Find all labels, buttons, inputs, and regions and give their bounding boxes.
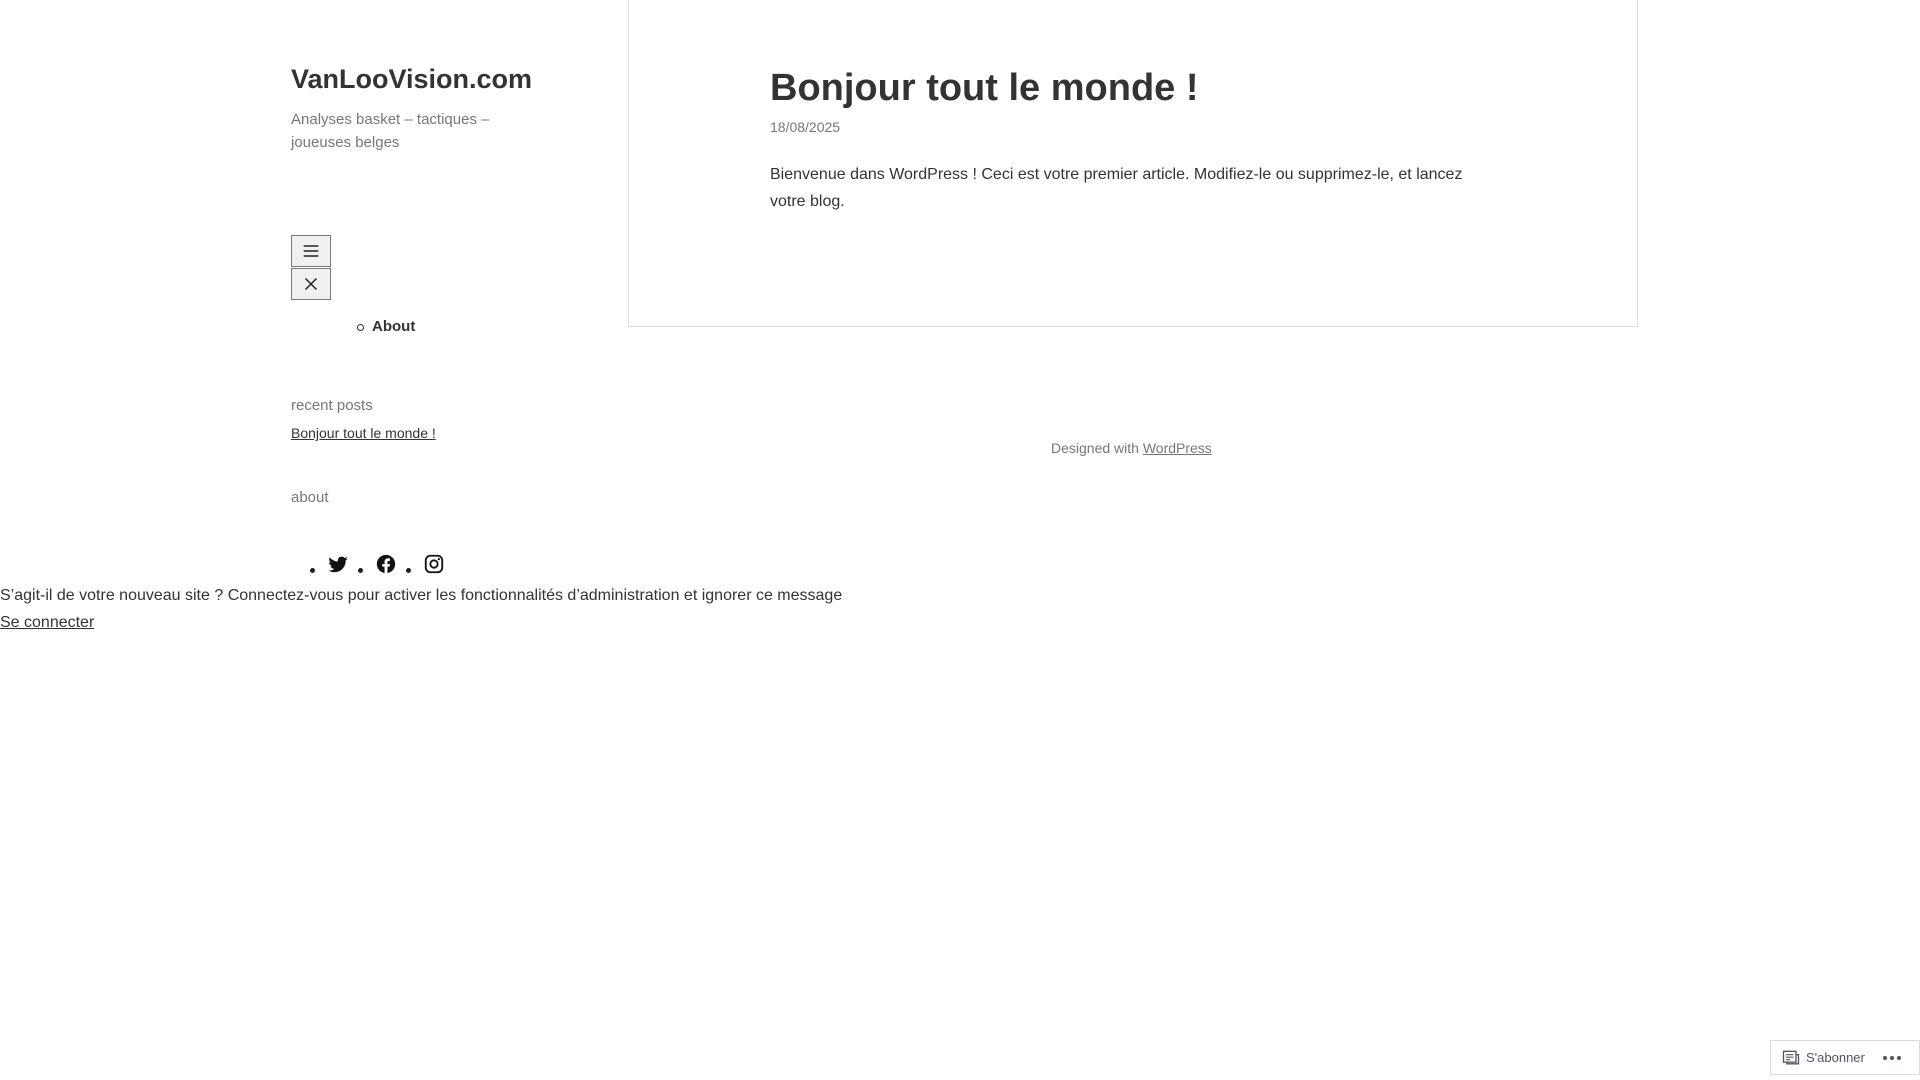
social-item-facebook: [358, 553, 397, 575]
login-link[interactable]: Se connecter: [0, 611, 94, 635]
reader-icon: [1782, 1050, 1800, 1064]
facebook-icon: [376, 554, 396, 574]
instagram-icon: [424, 554, 444, 574]
site-branding: VanLooVision.com Analyses basket – tacti…: [291, 60, 551, 154]
menu-link-about[interactable]: About: [372, 318, 415, 335]
post-content: Bienvenue dans WordPress ! Ceci est votr…: [770, 166, 1463, 210]
subscribe-label: S'abonner: [1806, 1050, 1865, 1065]
ellipsis-icon[interactable]: [1882, 1055, 1904, 1060]
subscribe-button[interactable]: S'abonner: [1781, 1048, 1865, 1068]
list-bullet: [358, 568, 363, 573]
menu-close-button[interactable]: [291, 268, 331, 300]
site-title[interactable]: VanLooVision.com: [291, 60, 551, 98]
post-date[interactable]: 18/08/2025: [770, 119, 840, 135]
social-item-instagram: [406, 553, 445, 575]
subscribe-bar: S'abonner: [1770, 1040, 1920, 1075]
about-widget-title: about: [291, 489, 329, 506]
social-links: [310, 553, 454, 575]
recent-posts-title: recent posts: [291, 397, 373, 414]
twitter-link[interactable]: [327, 553, 349, 575]
facebook-link[interactable]: [375, 553, 397, 575]
admin-notice: S’agit-il de votre nouveau site ? Connec…: [0, 587, 843, 604]
list-bullet: [406, 568, 411, 573]
close-icon: [304, 277, 318, 291]
menu-item-about: About: [356, 316, 415, 338]
social-item-twitter: [310, 553, 349, 575]
primary-menu: About: [356, 316, 415, 338]
list-bullet: [310, 568, 315, 573]
instagram-link[interactable]: [423, 553, 445, 575]
twitter-icon: [328, 556, 348, 573]
hamburger-icon: [303, 245, 319, 257]
site-tagline: Analyses basket – tactiques – joueuses b…: [291, 111, 490, 151]
menu-toggle-button[interactable]: [291, 235, 331, 267]
post-title[interactable]: Bonjour tout le monde !: [770, 66, 1199, 110]
footer-credit-text: Designed with: [1051, 440, 1139, 456]
footer-credit: Designed with WordPress: [1051, 440, 1212, 456]
recent-post-link[interactable]: Bonjour tout le monde !: [291, 425, 436, 441]
wordpress-link[interactable]: WordPress: [1143, 440, 1212, 456]
